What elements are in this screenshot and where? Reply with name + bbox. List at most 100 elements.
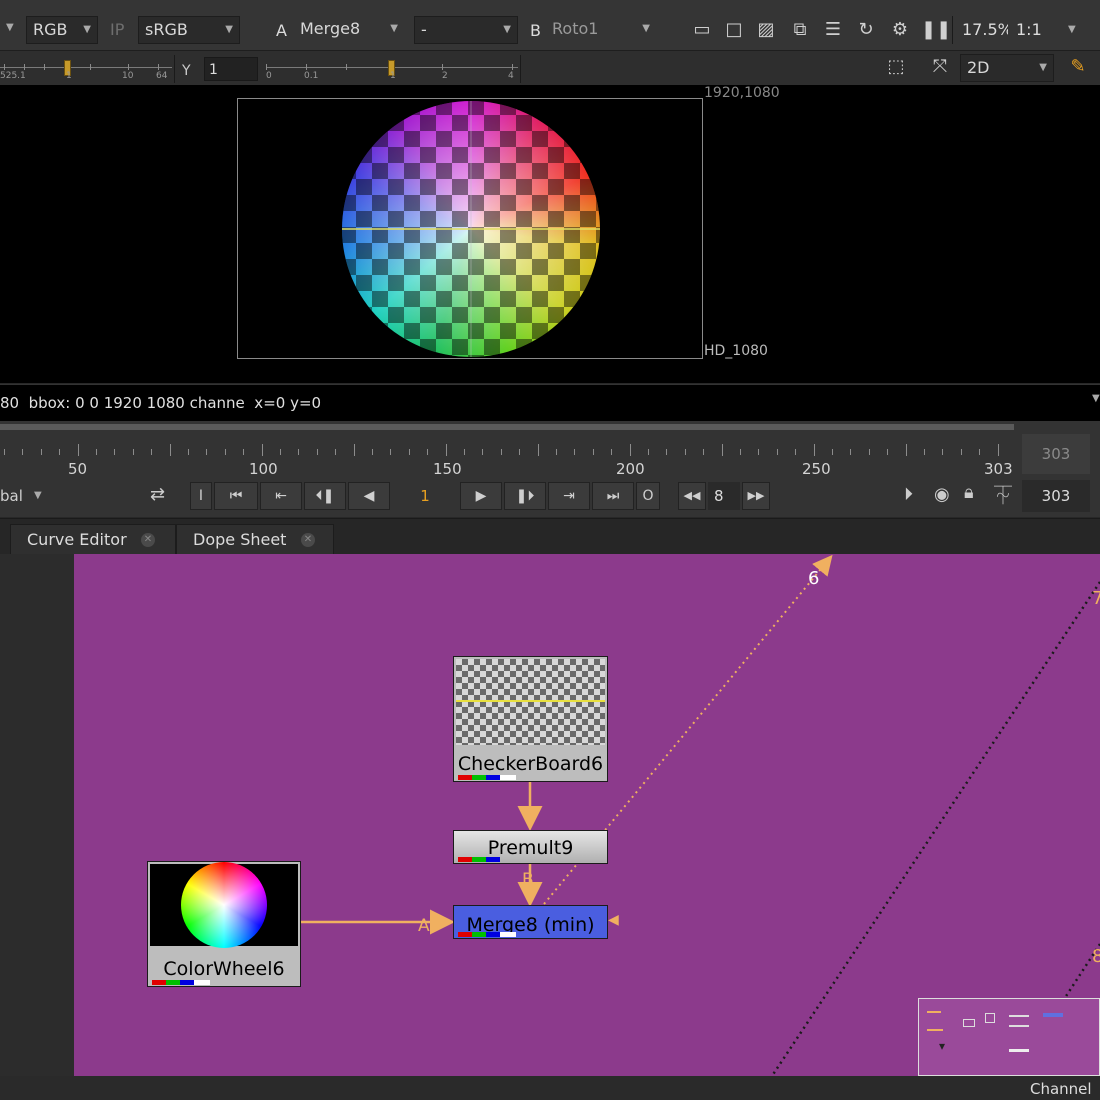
gamma-slider[interactable]: 0 0.1 1 2 4 (266, 59, 518, 83)
node-graph-minimap[interactable]: ▾ (918, 998, 1100, 1076)
input-a-dropdown[interactable]: Merge8 ▼ (294, 16, 404, 44)
current-frame-field[interactable]: 1 (392, 482, 458, 510)
timeline-tick-mark (740, 449, 741, 455)
tab-curve-editor-label: Curve Editor (27, 530, 127, 549)
node-colorwheel[interactable]: ColorWheel6 (147, 861, 301, 987)
close-icon[interactable]: ✕ (141, 533, 155, 547)
timeline-tick-mark (813, 444, 815, 456)
timeline-tick-mark (206, 449, 208, 455)
timeline-tick-mark (942, 449, 944, 455)
roi-select-icon[interactable]: ⬚ (884, 55, 908, 79)
in-point-button[interactable]: I (190, 482, 212, 510)
node-merge[interactable]: Merge8 (min) (453, 905, 608, 939)
node-graph-canvas[interactable]: 6 7 8 CheckerBoard6 Premult9 B Merge8 (m… (74, 554, 1100, 1076)
timeline-end-frame[interactable]: 303 (1022, 434, 1090, 474)
viewer-info-text: 80 bbox: 0 0 1920 1080 channe x=0 y=0 (0, 394, 322, 412)
pause-icon[interactable]: ❚❚ (921, 18, 951, 42)
end-frame-field[interactable]: 303 (1022, 480, 1090, 512)
toolbar-left-arrow[interactable]: ▼ (6, 22, 14, 33)
timeline-tick-mark (224, 449, 226, 455)
node-checkerboard[interactable]: CheckerBoard6 (453, 656, 608, 782)
first-frame-icon[interactable]: ⏮ (214, 482, 258, 510)
channels-dropdown[interactable]: RGB ▼ (26, 16, 98, 44)
play-forward-icon[interactable]: ▶ (460, 482, 502, 510)
playback-mode-value: bal (0, 487, 23, 505)
ratio-dropdown-arrow[interactable]: ▼ (1068, 24, 1076, 35)
node-premult[interactable]: Premult9 (453, 830, 608, 864)
gain-slider[interactable]: 525.1 1 10 64 (0, 59, 172, 83)
gamma-label-0: 0 (266, 71, 272, 81)
ip-button[interactable]: IP (110, 20, 124, 39)
clipping-warning-icon[interactable]: ▨ (754, 18, 778, 42)
timeline-tick-mark (280, 449, 281, 455)
loop-icon[interactable]: ⇄ (150, 484, 165, 505)
timeline-tick-150: 150 (433, 460, 462, 478)
timeline-scrubber[interactable] (0, 432, 1014, 478)
timeline-tick-mark (316, 449, 318, 455)
ratio-value[interactable]: 1:1 (1016, 20, 1042, 39)
view-mode-dropdown[interactable]: 2D ▼ (960, 54, 1054, 82)
timeline-tick-mark (924, 449, 925, 455)
timeline-tick-mark (298, 449, 300, 455)
wipe-operation-dropdown[interactable]: - ▼ (414, 16, 518, 44)
lock-icon[interactable]: 🔒︎ (964, 482, 974, 503)
input-b-dropdown[interactable]: Roto1 ▼ (546, 16, 656, 44)
flipbook-icon[interactable]: ⏵ (904, 484, 913, 505)
timeline-tick-mark (537, 444, 539, 456)
tab-curve-editor[interactable]: Curve Editor ✕ (10, 524, 176, 554)
tab-dope-sheet-label: Dope Sheet (193, 530, 287, 549)
next-frame-icon[interactable]: ❚⏵ (504, 482, 546, 510)
zoom-value[interactable]: 17.5% (962, 20, 1008, 39)
timeline-tick-mark (243, 449, 245, 455)
roi-icon[interactable]: ▭ (690, 18, 714, 42)
timeline-tick-mark (960, 449, 962, 455)
gamma-input[interactable]: 1 (204, 57, 258, 81)
frame-icon[interactable]: □ (722, 18, 746, 42)
info-bar-arrow[interactable]: ▼ (1092, 393, 1100, 404)
paint-brush-icon[interactable]: ✎ (1066, 55, 1090, 79)
transform-handles-icon[interactable]: ⤧ (928, 55, 952, 79)
colorspace-dropdown[interactable]: sRGB ▼ (138, 16, 240, 44)
scanline-icon[interactable]: ☰ (821, 18, 845, 42)
timeline-tick-mark (261, 444, 263, 456)
timeline-tick-mark (500, 449, 502, 455)
skip-back-icon[interactable]: ◀◀ (678, 482, 706, 510)
gamma-label-2: 1 (390, 71, 396, 81)
timeline-tick-mark (4, 449, 5, 455)
gpu-icon[interactable]: ⚙ (888, 18, 912, 42)
timeline-tick-250: 250 (802, 460, 831, 478)
timeline-range-icon[interactable]: ⏇ (994, 482, 1012, 508)
timeline-tick-mark (629, 444, 631, 456)
capture-icon[interactable]: ◉ (934, 484, 950, 505)
merge-mask-input-icon[interactable]: ◀ (608, 912, 619, 928)
colorspace-value: sRGB (145, 20, 188, 39)
premult-label: Premult9 (487, 837, 574, 859)
prev-frame-icon[interactable]: ⏴❚ (304, 482, 346, 510)
timeline-tick-mark (592, 449, 594, 455)
refresh-icon[interactable]: ↻ (854, 18, 878, 42)
timeline-tick-mark (482, 449, 484, 455)
proxy-icon[interactable]: ⧉ (788, 18, 812, 42)
tab-dope-sheet[interactable]: Dope Sheet ✕ (176, 524, 334, 554)
gain-label-1: 1 (66, 71, 72, 81)
play-backward-icon[interactable]: ◀ (348, 482, 390, 510)
viewer-canvas[interactable]: 1920,1080 HD_1080 (0, 85, 1100, 383)
minimap-channel-label: Channel (1030, 1080, 1092, 1098)
out-point-button[interactable]: O (636, 482, 660, 510)
viewer-info-bar: 80 bbox: 0 0 1920 1080 channe x=0 y=0 ▼ (0, 384, 1100, 421)
timeline-tick-100: 100 (249, 460, 278, 478)
operation-value: - (421, 20, 427, 39)
timeline-tick-mark (611, 449, 613, 455)
timeline-tick-mark (114, 449, 116, 455)
timeline-tick-mark (96, 449, 97, 455)
timeline-tick-mark (22, 449, 24, 455)
next-keyframe-icon[interactable]: ⇥ (548, 482, 590, 510)
skip-forward-icon[interactable]: ▶▶ (742, 482, 770, 510)
timeline-tick-mark (758, 449, 760, 455)
node-graph-sidebar (0, 554, 74, 1100)
frame-increment-field[interactable]: 8 (708, 482, 740, 510)
close-icon[interactable]: ✕ (301, 533, 315, 547)
last-frame-icon[interactable]: ⏭ (592, 482, 634, 510)
playback-mode-dropdown[interactable]: bal ▼ (0, 482, 50, 510)
prev-keyframe-icon[interactable]: ⇤ (260, 482, 302, 510)
